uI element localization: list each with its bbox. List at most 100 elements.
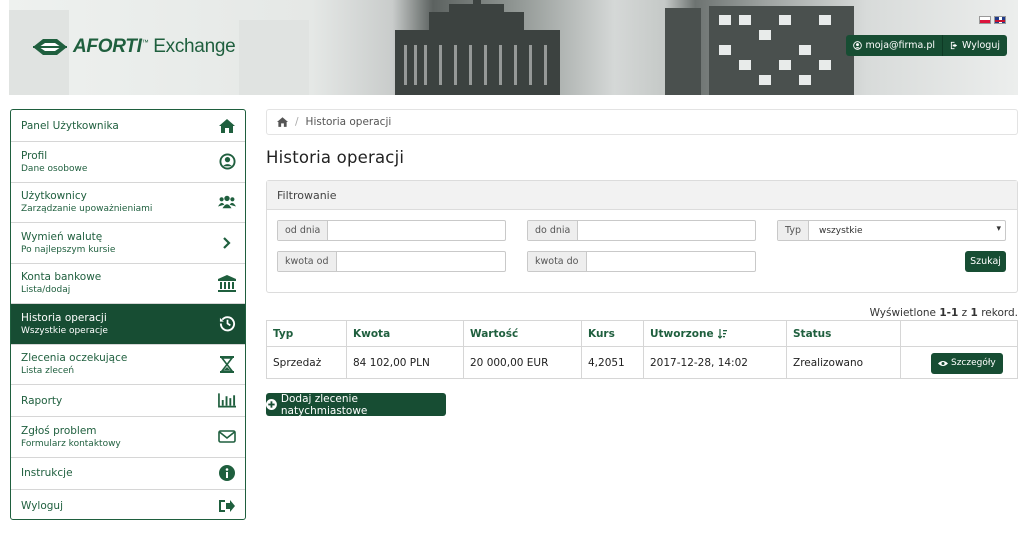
amount-to-input[interactable] <box>586 252 755 271</box>
summary-total: 1 <box>970 307 978 319</box>
to-date-group: do dnia <box>527 220 756 241</box>
user-email: moja@firma.pl <box>865 40 935 51</box>
details-button[interactable]: Szczegóły <box>931 352 1003 374</box>
sidebar-item-label: Wyloguj <box>21 499 63 512</box>
sidebar-item-pending-orders[interactable]: Zlecenia oczekujące Lista zleceń <box>11 345 245 385</box>
sidebar-item-label: Zgłoś problem <box>21 424 97 437</box>
hourglass-icon <box>218 355 236 373</box>
sidebar-item-profile[interactable]: Profil Dane osobowe <box>11 142 245 183</box>
summary-suffix: rekord. <box>981 307 1018 319</box>
from-date-label: od dnia <box>278 221 329 240</box>
to-date-label: do dnia <box>528 221 579 240</box>
summary-prefix: Wyświetlone <box>869 307 936 319</box>
sidebar-item-sub: Wszystkie operacje <box>21 325 108 336</box>
type-select[interactable]: wszystkie <box>809 221 1005 240</box>
column-header-created[interactable]: Utworzone <box>644 321 787 346</box>
add-instant-order-button[interactable]: Dodaj zlecenie natychmiastowe <box>266 392 446 417</box>
bar-chart-icon <box>218 392 236 410</box>
breadcrumb-current: Historia operacji <box>305 116 392 128</box>
flag-en-icon[interactable] <box>994 16 1006 24</box>
sidebar-item-label: Instrukcje <box>21 467 73 479</box>
sidebar-item-label: Profil <box>21 149 48 162</box>
sidebar-item-sub: Lista/dodaj <box>21 285 71 296</box>
cell-status: Zrealizowano <box>787 347 901 379</box>
table-row: Sprzedaż 84 102,00 PLN 20 000,00 EUR 4,2… <box>267 347 1017 379</box>
table-header-row: Typ Kwota Wartość Kurs Utworzone Status <box>267 321 1017 347</box>
sidebar-item-users[interactable]: Użytkownicy Zarządzanie upoważnieniami <box>11 183 245 223</box>
aforti-logo[interactable]: AFORTI™ Exchange <box>33 36 236 58</box>
sidebar-item-sub: Po najlepszym kursie <box>21 244 116 255</box>
sidebar-item-logout[interactable]: Wyloguj <box>11 490 245 520</box>
aforti-logo-icon <box>33 39 67 55</box>
sidebar-item-report-problem[interactable]: Zgłoś problem Formularz kontaktowy <box>11 417 245 458</box>
flag-pl-icon[interactable] <box>979 16 991 24</box>
breadcrumb-separator: / <box>295 116 299 128</box>
sidebar-item-bank-accounts[interactable]: Konta bankowe Lista/dodaj <box>11 264 245 304</box>
sidebar-item-sub: Dane osobowe <box>21 163 88 174</box>
sidebar-item-history[interactable]: Historia operacji Wszystkie operacje <box>11 304 245 345</box>
sidebar-item-panel[interactable]: Panel Użytkownika <box>11 110 245 142</box>
sidebar-item-instructions[interactable]: Instrukcje <box>11 458 245 490</box>
from-date-input[interactable] <box>328 221 505 240</box>
column-header-rate[interactable]: Kurs <box>582 321 644 346</box>
sidebar-item-label: Panel Użytkownika <box>21 119 119 132</box>
records-summary: Wyświetlone 1-1 z 1 rekord. <box>870 307 1018 319</box>
summary-range: 1-1 <box>939 307 959 319</box>
column-header-value[interactable]: Wartość <box>464 321 582 346</box>
from-date-group: od dnia <box>277 220 506 241</box>
type-group: Typ wszystkie <box>777 220 1006 241</box>
plus-circle-icon <box>266 399 277 410</box>
sidebar-item-exchange[interactable]: Wymień walutę Po najlepszym kursie <box>11 223 245 264</box>
info-icon <box>218 464 236 482</box>
user-email-button[interactable]: moja@firma.pl <box>846 35 942 56</box>
home-icon <box>218 117 236 135</box>
sidebar-item-sub: Formularz kontaktowy <box>21 438 121 449</box>
sidebar-item-label: Konta bankowe <box>21 271 102 284</box>
sort-desc-icon <box>717 328 727 339</box>
amount-from-label: kwota od <box>278 252 337 271</box>
bank-icon <box>218 274 236 292</box>
page-title: Historia operacji <box>266 148 405 167</box>
sidebar-item-label: Zlecenia oczekujące <box>21 352 128 365</box>
to-date-input[interactable] <box>578 221 755 240</box>
header-logout-label: Wyloguj <box>962 40 1000 51</box>
cell-type: Sprzedaż <box>267 347 347 379</box>
envelope-icon <box>218 428 236 446</box>
column-header-status[interactable]: Status <box>787 321 901 346</box>
sidebar-item-label: Historia operacji <box>21 311 107 324</box>
details-button-label: Szczegóły <box>951 358 996 368</box>
header-logout-button[interactable]: Wyloguj <box>942 35 1007 56</box>
users-icon <box>218 193 236 211</box>
home-icon[interactable] <box>277 117 288 127</box>
cell-value: 20 000,00 EUR <box>464 347 582 379</box>
amount-from-input[interactable] <box>336 252 505 271</box>
cell-created: 2017-12-28, 14:02 <box>644 347 787 379</box>
search-button[interactable]: Szukaj <box>965 251 1006 272</box>
sidebar-item-label: Wymień walutę <box>21 230 103 243</box>
add-instant-order-label: Dodaj zlecenie natychmiastowe <box>280 392 368 417</box>
sidebar-item-label: Raporty <box>21 394 63 407</box>
header-banner: AFORTI™ Exchange moja@firma.pl Wyloguj <box>9 0 1018 95</box>
cell-amount: 84 102,00 PLN <box>347 347 464 379</box>
logo-suffix: Exchange <box>153 36 236 57</box>
user-circle-icon <box>853 41 863 50</box>
sidebar-item-reports[interactable]: Raporty <box>11 385 245 417</box>
summary-mid: z <box>961 307 968 319</box>
language-switch <box>979 16 1006 24</box>
logo-brand: AFORTI <box>73 36 142 57</box>
sidebar-item-sub: Lista zleceń <box>21 366 75 377</box>
type-label: Typ <box>778 221 809 240</box>
user-circle-icon <box>218 153 236 171</box>
sidebar: Panel Użytkownika Profil Dane osobowe Uż… <box>10 109 246 520</box>
cell-actions: Szczegóły <box>901 347 1017 379</box>
cell-rate: 4,2051 <box>582 347 644 379</box>
column-header-created-label: Utworzone <box>650 327 714 340</box>
eye-icon <box>938 360 948 366</box>
operations-table: Typ Kwota Wartość Kurs Utworzone Status … <box>266 320 1018 379</box>
column-header-amount[interactable]: Kwota <box>347 321 464 346</box>
sign-out-icon <box>218 497 236 515</box>
column-header-type[interactable]: Typ <box>267 321 347 346</box>
chevron-right-icon <box>218 234 236 252</box>
column-header-actions <box>901 321 1017 346</box>
filter-panel: Filtrowanie od dnia do dnia Typ wszystki… <box>266 180 1018 293</box>
